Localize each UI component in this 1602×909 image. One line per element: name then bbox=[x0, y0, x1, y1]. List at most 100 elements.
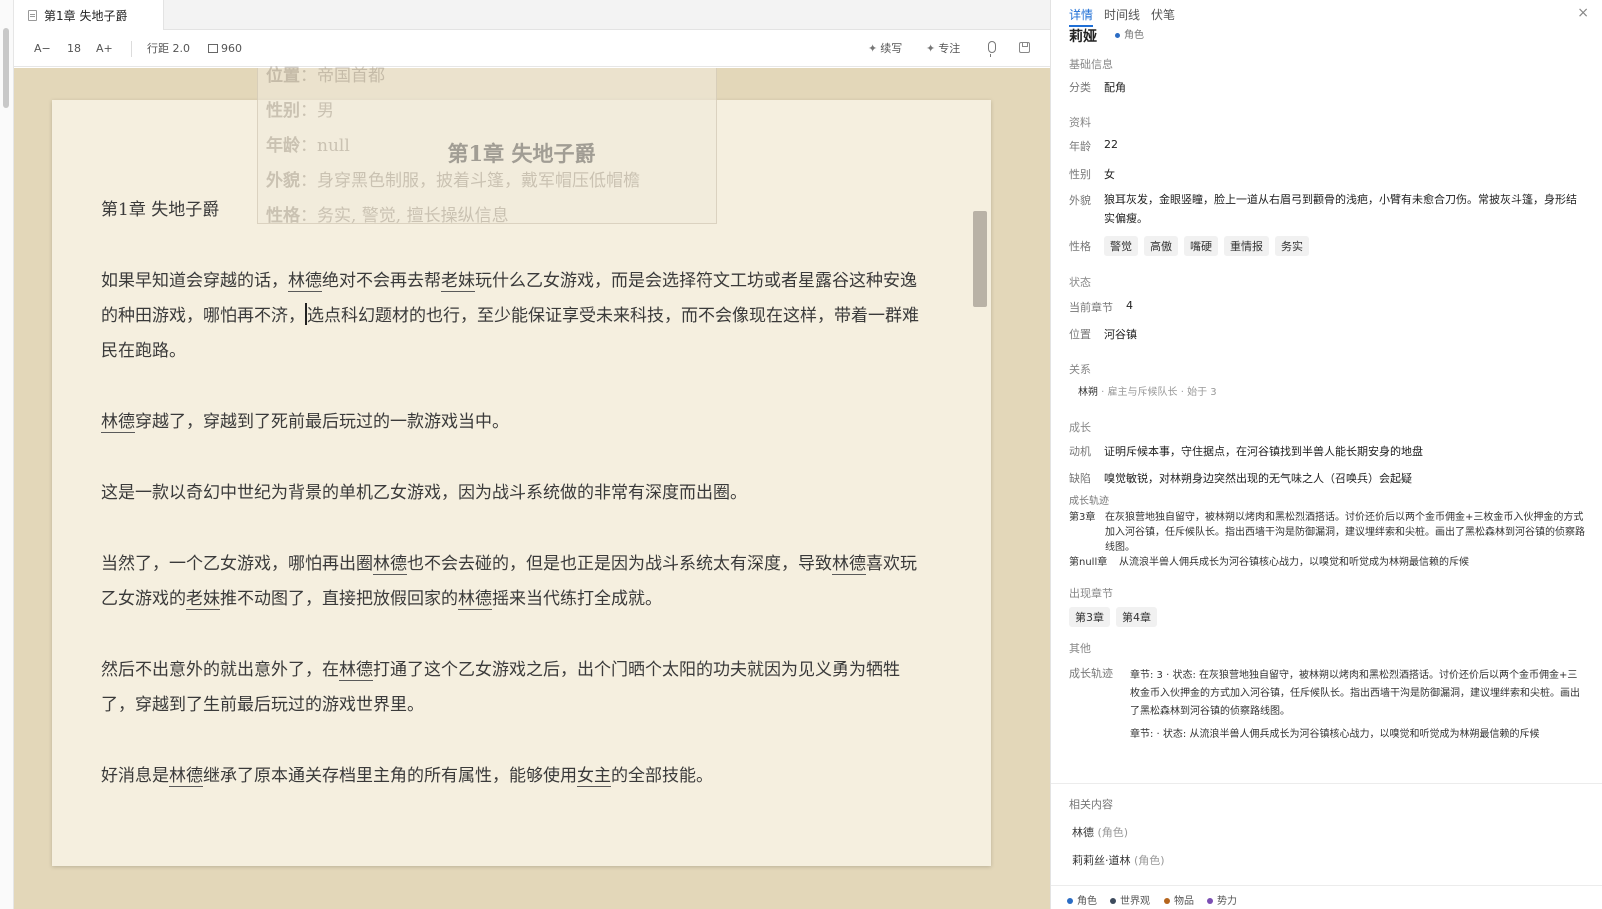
panel-tabs: 详情 时间线 伏笔 × bbox=[1051, 0, 1602, 28]
save-icon[interactable] bbox=[1019, 42, 1030, 53]
appear-chapter-tag[interactable]: 第3章 bbox=[1069, 607, 1110, 627]
section-growth-title: 成长 bbox=[1069, 421, 1091, 434]
entity-type-badge: 角色 bbox=[1115, 28, 1144, 41]
editor-toolbar: A− 18 A+ 行距 2.0 960 ✦ 续写 ✦ 专注 bbox=[14, 31, 1050, 67]
tab-foreshadow[interactable]: 伏笔 bbox=[1151, 6, 1175, 23]
page-width-value: 960 bbox=[221, 42, 242, 55]
focus-mode-label: 专注 bbox=[938, 42, 961, 55]
related-item[interactable]: 莉莉丝·道林 (角色) bbox=[1072, 852, 1165, 868]
entity-link[interactable]: 林德 bbox=[373, 554, 407, 575]
hover-value: ：男 bbox=[300, 101, 334, 121]
text: 的全部技能。 bbox=[611, 766, 713, 786]
personality-tag: 高傲 bbox=[1144, 236, 1178, 256]
legend-item-item: 物品 bbox=[1164, 892, 1194, 907]
legend-item-role: 角色 bbox=[1067, 892, 1097, 907]
entity-link[interactable]: 林德 bbox=[288, 271, 322, 292]
left-scrollbar-thumb[interactable] bbox=[3, 28, 9, 108]
section-appear-title: 出现章节 bbox=[1069, 587, 1113, 600]
continue-writing-button[interactable]: ✦ 续写 bbox=[868, 42, 902, 56]
hover-card-row: 性格：务实, 警觉, 擅长操纵信息 bbox=[266, 204, 509, 228]
text: 摇来当代练打全成就。 bbox=[492, 589, 662, 609]
hover-card-row: 年龄：null bbox=[266, 134, 350, 158]
section-other-title: 其他 bbox=[1069, 642, 1091, 655]
focus-mode-button[interactable]: ✦ 专注 bbox=[926, 42, 960, 56]
other-track-label: 成长轨迹 bbox=[1069, 667, 1113, 680]
personality-tag: 警觉 bbox=[1104, 236, 1138, 256]
personality-label: 性格 bbox=[1069, 240, 1091, 253]
relation-since: 始于 3 bbox=[1187, 387, 1217, 398]
entity-link[interactable]: 老妹 bbox=[186, 589, 220, 610]
entity-link[interactable]: 老妹 bbox=[441, 271, 475, 292]
entity-link[interactable]: 林德 bbox=[101, 412, 135, 433]
text: 然后不出意外的就出意外了，在 bbox=[101, 660, 339, 680]
entity-link[interactable]: 女主 bbox=[577, 766, 611, 787]
location-label: 位置 bbox=[1069, 328, 1091, 341]
current-chapter-label: 当前章节 bbox=[1069, 301, 1113, 314]
paragraph-2: 林德穿越了，穿越到了死前最后玩过的一款游戏当中。 bbox=[101, 405, 921, 440]
chapter-text[interactable]: 第1章 失地子爵 如果早知道会穿越的话，林德绝对不会再去帮老妹玩什么乙女游戏，而… bbox=[101, 188, 921, 830]
tab-chapter-1[interactable]: 第1章 失地子爵 bbox=[14, 0, 164, 30]
hover-value: ：务实, 警觉, 擅长操纵信息 bbox=[300, 206, 509, 226]
track-text: 在灰狼营地独自留守，被林朔以烤肉和黑松烈酒搭话。讨价还价后以两个金币佣金+三枚金… bbox=[1105, 512, 1585, 553]
hover-value: ：null bbox=[300, 136, 350, 156]
relation-type: 雇主与斥候队长 bbox=[1107, 387, 1178, 398]
legend-item-world: 世界观 bbox=[1110, 892, 1150, 907]
growth-track-title: 成长轨迹 bbox=[1069, 496, 1109, 507]
legend-label: 物品 bbox=[1174, 896, 1194, 907]
related-content: 相关内容 林德 (角色) 莉莉丝·道林 (角色) bbox=[1051, 783, 1602, 883]
section-profile-title: 资料 bbox=[1069, 116, 1091, 129]
track-text: 从流浪半兽人佣兵成长为河谷镇核心战力，以嗅觉和听觉成为林朔最信赖的斥候 bbox=[1119, 557, 1469, 568]
hover-key: 位置 bbox=[266, 66, 300, 86]
flaw-value: 嗅觉敏锐，对林朔身边突然出现的无气味之人（召唤兵）会起疑 bbox=[1104, 472, 1412, 485]
continue-writing-label: 续写 bbox=[880, 42, 903, 55]
flaw-label: 缺陷 bbox=[1069, 472, 1091, 485]
track-chapter: 第null章 bbox=[1069, 557, 1108, 568]
tab-title: 第1章 失地子爵 bbox=[44, 8, 128, 23]
legend-label: 角色 bbox=[1077, 896, 1097, 907]
separator: · bbox=[1177, 387, 1188, 398]
section-basic-title: 基础信息 bbox=[1069, 58, 1113, 71]
legend-label: 世界观 bbox=[1120, 896, 1150, 907]
age-value: 22 bbox=[1104, 138, 1118, 151]
entity-link[interactable]: 林德 bbox=[458, 589, 492, 610]
font-decrease-button[interactable]: A− bbox=[34, 42, 51, 56]
toolbar-divider bbox=[131, 41, 132, 57]
appearance-value: 狼耳灰发，金眼竖瞳，脸上一道从右眉弓到颧骨的浅疤，小臂有未愈合刀伤。常披灰斗篷，… bbox=[1104, 193, 1577, 225]
microphone-icon[interactable] bbox=[988, 41, 996, 57]
relation-item[interactable]: 林朔 · 雇主与斥候队长 · 始于 3 bbox=[1078, 385, 1217, 400]
relation-name: 林朔 bbox=[1078, 387, 1098, 398]
role-dot-icon bbox=[1115, 33, 1120, 38]
entity-type-label: 角色 bbox=[1124, 30, 1144, 41]
entity-link[interactable]: 林德 bbox=[832, 554, 866, 575]
hover-key: 外貌 bbox=[266, 171, 300, 191]
gender-value: 女 bbox=[1104, 168, 1115, 181]
tab-details[interactable]: 详情 bbox=[1069, 6, 1094, 27]
track-chapter: 第3章 bbox=[1069, 512, 1096, 523]
related-item[interactable]: 林德 (角色) bbox=[1072, 824, 1128, 840]
paragraph-6: 好消息是林德继承了原本通关存档里主角的所有属性，能够使用女主的全部技能。 bbox=[101, 759, 921, 794]
sparkle-icon: ✦ bbox=[926, 42, 936, 55]
entity-link[interactable]: 林德 bbox=[169, 766, 203, 787]
tab-timeline[interactable]: 时间线 bbox=[1104, 6, 1140, 23]
appear-chapter-tag[interactable]: 第4章 bbox=[1116, 607, 1157, 627]
legend-dot-icon bbox=[1207, 898, 1213, 904]
page-scrollbar-thumb[interactable] bbox=[973, 211, 987, 307]
appear-chapters: 第3章 第4章 bbox=[1069, 607, 1163, 627]
section-relations-title: 关系 bbox=[1069, 363, 1091, 376]
left-scrollbar[interactable] bbox=[0, 0, 14, 909]
text: 当然了，一个乙女游戏，哪怕再出圈 bbox=[101, 554, 373, 574]
hover-card-row: 性别：男 bbox=[266, 99, 334, 123]
related-name: 莉莉丝·道林 bbox=[1072, 854, 1131, 867]
page-width-button[interactable]: 960 bbox=[208, 42, 242, 56]
paragraph-4: 当然了，一个乙女游戏，哪怕再出圈林德也不会去碰的，但是也正是因为战斗系统太有深度… bbox=[101, 547, 921, 617]
line-height-button[interactable]: 行距 2.0 bbox=[147, 42, 190, 56]
panel-content[interactable]: 莉娅 角色 基础信息 分类 配角 资料 年龄 22 性别 女 外貌 狼耳灰发，金… bbox=[1051, 28, 1602, 783]
entity-name: 莉娅 bbox=[1069, 29, 1097, 45]
font-increase-button[interactable]: A+ bbox=[96, 42, 113, 56]
entity-link[interactable]: 林德 bbox=[339, 660, 373, 681]
other-track-line: 章节: 3 · 状态: 在灰狼营地独自留守，被林朔以烤肉和黑松烈酒搭话。讨价还价… bbox=[1130, 670, 1580, 717]
editor-area: 第1章 失地子爵 第1章 失地子爵 如果早知道会穿越的话，林德绝对不会再去帮老妹… bbox=[14, 66, 1050, 909]
close-icon[interactable]: × bbox=[1577, 5, 1589, 21]
hover-key: 年龄 bbox=[266, 136, 300, 156]
text: 绝对不会再去帮 bbox=[322, 271, 441, 291]
